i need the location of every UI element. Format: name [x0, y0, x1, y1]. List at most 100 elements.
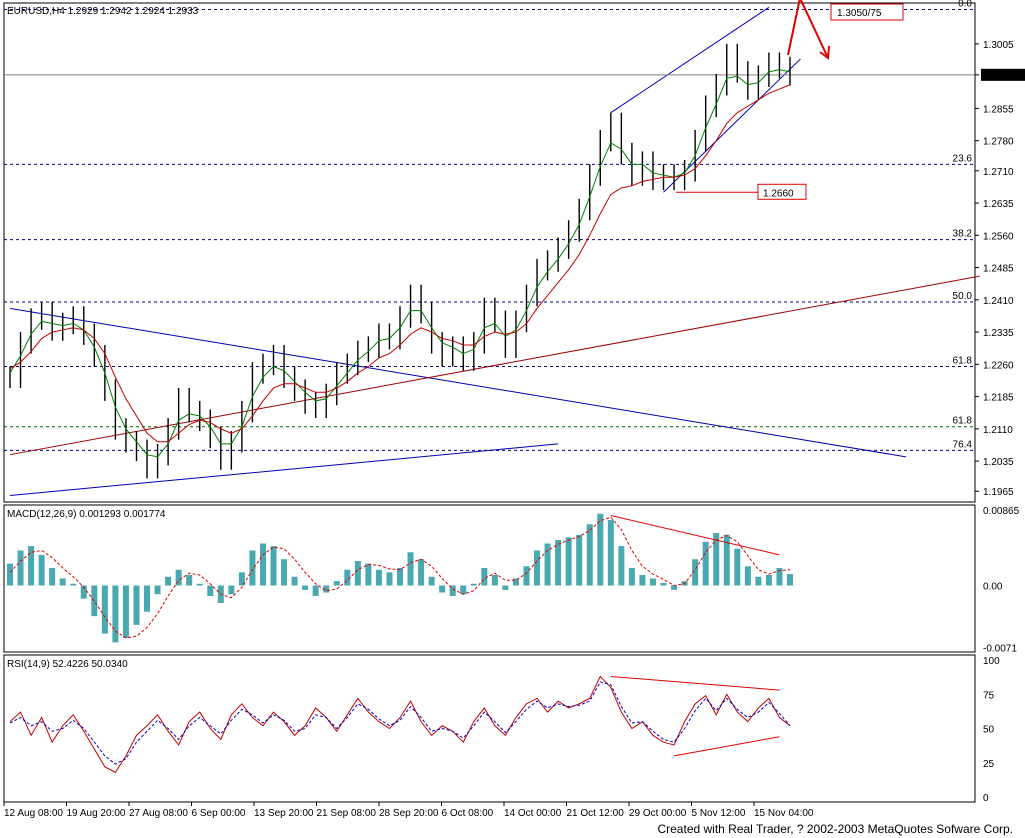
price-tick-label: 1.3005 — [983, 40, 1014, 51]
price-tick-label: 1.2410 — [983, 296, 1014, 307]
price-tick-label: 1.2560 — [983, 231, 1014, 242]
macd-histogram-bar — [133, 585, 140, 625]
macd-histogram-bar — [439, 585, 446, 593]
fib-level-label: 61.8 — [953, 355, 973, 366]
macd-histogram-bar — [418, 559, 425, 586]
macd-histogram-bar — [534, 550, 541, 586]
x-axis: 12 Aug 08:00 19 Aug 20:00 27 Aug 08:00 6 Se… — [3, 802, 814, 819]
price-tick-label: 1.2035 — [983, 457, 1014, 468]
macd-histogram-bar — [586, 524, 593, 586]
rsi-tick-label: 50 — [983, 725, 995, 736]
macd-histogram-bar — [628, 568, 635, 586]
instrument-header: EURUSD,H4 1.2929 1.2942 1.2924 1.2933 — [7, 6, 199, 17]
macd-histogram-bar — [112, 585, 119, 643]
macd-histogram-bar — [228, 585, 235, 595]
rsi-tick-label: 0 — [983, 793, 989, 804]
price-tick-label: 1.2635 — [983, 199, 1014, 210]
macd-histogram-bar — [259, 543, 266, 586]
macd-histogram-bar — [281, 559, 288, 586]
price-pane: 0.0 23.6 38.2 50.0 61.8 61.8 76.4 1.3005 1.2933 1… — [3, 0, 1025, 503]
macd-histogram-bar — [660, 582, 667, 586]
macd-histogram-bar — [565, 537, 572, 586]
annotation-text: 1.3050/75 — [837, 8, 882, 19]
macd-histogram-bar — [7, 563, 13, 586]
x-tick-label: 6 Oct 08:00 — [442, 808, 494, 819]
macd-histogram-bar — [502, 585, 509, 590]
x-tick-label: 21 Sep 08:00 — [317, 808, 377, 819]
macd-histogram-bar — [207, 585, 214, 596]
macd-histogram-bar — [544, 543, 551, 586]
macd-histogram-bar — [397, 568, 403, 586]
fib-level-label: 50.0 — [953, 291, 973, 302]
rsi-pane: 100 75 50 25 0 RSI(14,9) 52.4226 50.0340 — [3, 654, 1000, 804]
macd-histogram-bar — [249, 550, 256, 586]
x-tick-label: 13 Sep 20:00 — [254, 808, 314, 819]
macd-histogram-bar — [649, 578, 656, 586]
price-tick-label: 1.2780 — [983, 137, 1014, 148]
macd-histogram-bar — [407, 552, 414, 586]
macd-histogram-bar — [302, 585, 309, 590]
macd-pane-border — [3, 504, 976, 653]
macd-histogram-bar — [354, 561, 361, 586]
price-tick-label: 1.2260 — [983, 360, 1014, 371]
macd-histogram-bar — [186, 575, 193, 586]
macd-histogram-bar — [702, 541, 709, 586]
x-tick-label: 19 Aug 20:00 — [67, 808, 126, 819]
macd-histogram-bar — [49, 568, 56, 586]
macd-histogram-bar — [555, 540, 562, 586]
macd-tick-label: 0.00 — [983, 582, 1003, 593]
macd-histogram-bar — [101, 585, 108, 634]
macd-histogram-bar — [312, 585, 319, 596]
macd-histogram-bar — [365, 563, 372, 586]
x-tick-label: 12 Aug 08:00 — [4, 808, 63, 819]
x-tick-label: 5 Nov 12:00 — [692, 808, 746, 819]
macd-histogram-bar — [671, 585, 678, 590]
macd-tick-label: 0.00865 — [983, 506, 1020, 517]
series-ma-slow — [9, 84, 791, 443]
trend-line-low-asc-blue — [9, 443, 559, 497]
macd-histogram-bar — [755, 576, 762, 586]
macd-histogram-bar — [576, 534, 583, 586]
macd-histogram-bar — [523, 566, 530, 586]
macd-histogram-bar — [512, 578, 519, 586]
macd-histogram-bar — [607, 519, 614, 586]
x-tick-label: 15 Nov 04:00 — [754, 808, 814, 819]
x-tick-label: 29 Oct 00:00 — [629, 808, 687, 819]
fib-level-label: 23.6 — [953, 153, 973, 164]
trend-line-long-desc — [9, 307, 907, 458]
macd-pane: 0.00865 0.00 -0.0071 MACD(12,26,9) 0.001293… — [3, 504, 1020, 655]
macd-histogram-bar — [333, 581, 340, 586]
rsi-trend-line — [610, 675, 780, 691]
macd-histogram-bar — [618, 546, 625, 586]
macd-histogram-bar — [639, 575, 646, 586]
macd-histogram-bar — [196, 583, 203, 586]
macd-histogram-bar — [144, 585, 151, 612]
price-tick-label: 1.2710 — [983, 167, 1014, 178]
macd-histogram-bar — [597, 513, 604, 586]
rsi-line — [9, 675, 791, 773]
macd-histogram-bar — [386, 572, 393, 586]
rsi-header: RSI(14,9) 52.4226 50.0340 — [7, 659, 128, 670]
macd-histogram-bar — [491, 575, 498, 586]
fib-level-label: 38.2 — [953, 229, 973, 240]
x-tick-label: 28 Sep 20:00 — [379, 808, 439, 819]
footer-credit: Created with Real Trader, ? 2002-2003 Me… — [657, 822, 1013, 836]
macd-histogram-bar — [122, 585, 129, 638]
projection-arrow — [787, 0, 829, 59]
price-tick-label: 1.2185 — [983, 393, 1014, 404]
price-tick-label: 1.2110 — [983, 425, 1013, 436]
fib-level-label: 0.0 — [958, 0, 972, 9]
price-tick-label: 1.2335 — [983, 328, 1014, 339]
rsi-tick-label: 75 — [983, 690, 995, 701]
fib-level-label: 76.4 — [953, 439, 973, 450]
price-tick-label: 1.2855 — [983, 104, 1014, 115]
macd-histogram-bar — [291, 576, 298, 586]
rsi-tick-label: 25 — [983, 759, 995, 770]
macd-trend-line — [610, 515, 780, 556]
macd-histogram-bar — [460, 585, 467, 595]
macd-histogram-bar — [70, 583, 77, 586]
trend-line-upper-wedge — [610, 6, 770, 114]
macd-histogram-bar — [17, 550, 24, 586]
price-tick-label: 1.2485 — [983, 264, 1014, 275]
macd-histogram-bar — [787, 574, 793, 586]
